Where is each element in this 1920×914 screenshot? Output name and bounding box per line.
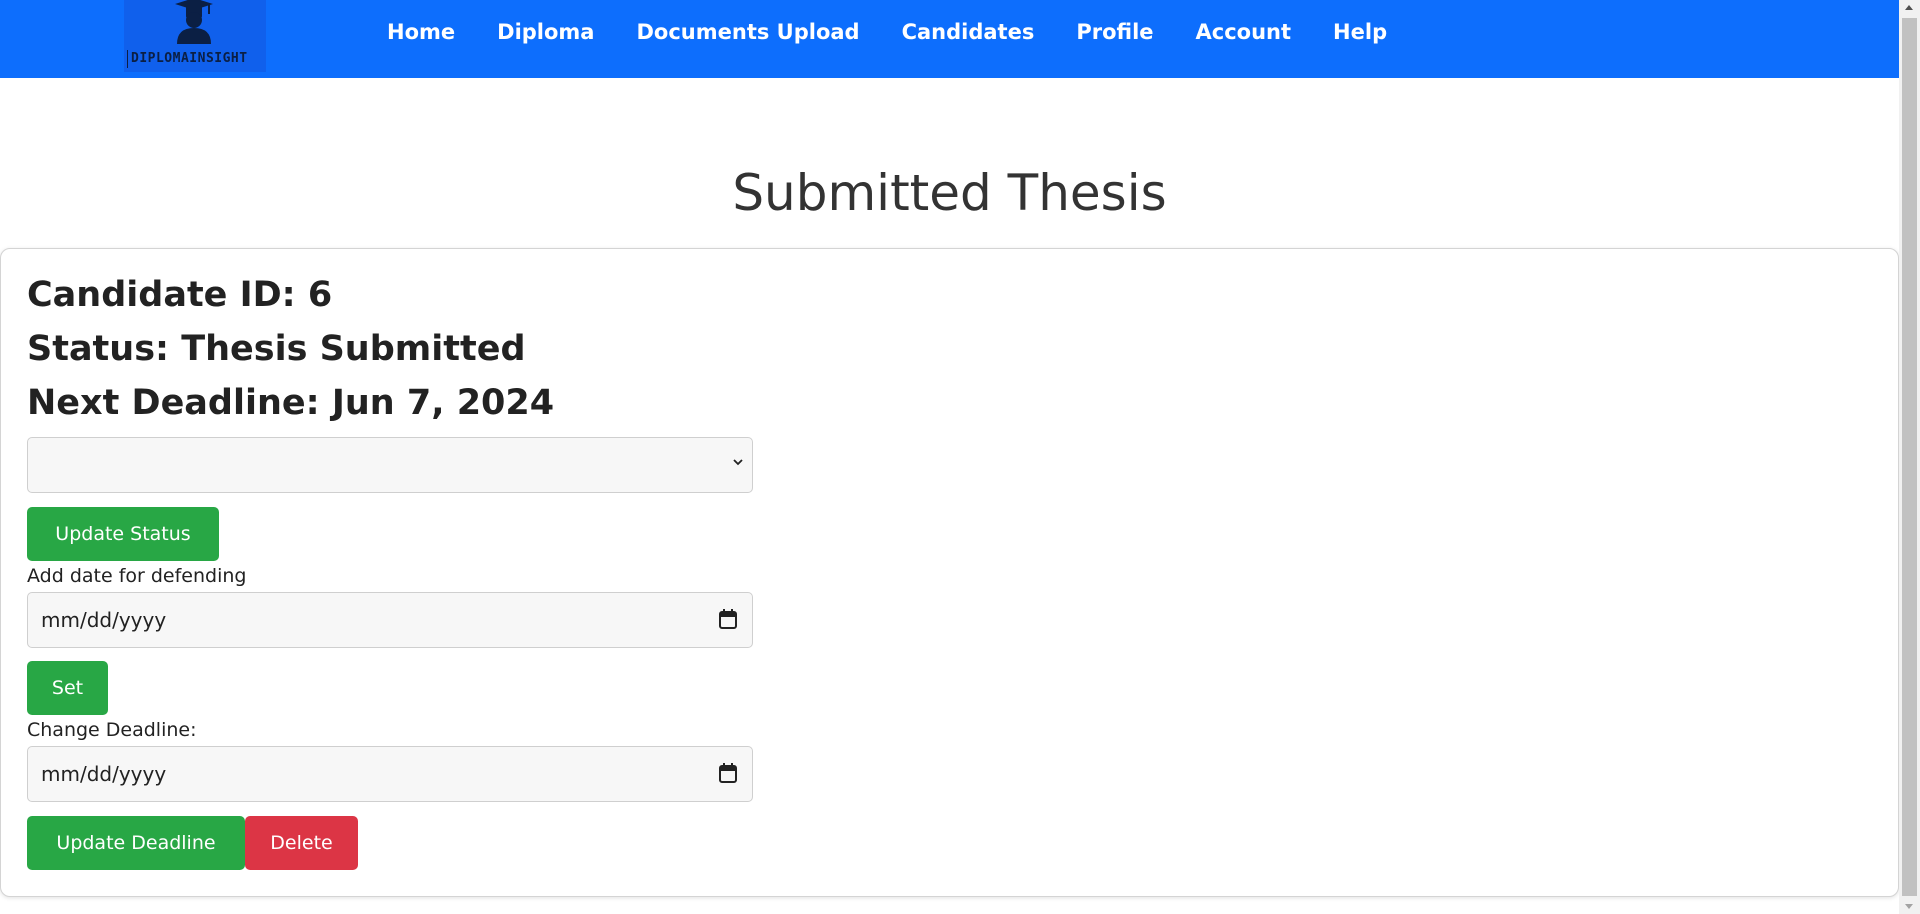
candidate-status: Status: Thesis Submitted bbox=[27, 329, 526, 369]
scroll-thumb[interactable] bbox=[1902, 18, 1917, 896]
set-button[interactable]: Set bbox=[27, 661, 108, 715]
nav-help[interactable]: Help bbox=[1312, 20, 1408, 44]
nav-links: Home Diploma Documents Upload Candidates… bbox=[366, 0, 1408, 64]
scroll-down-arrow[interactable] bbox=[1905, 904, 1913, 909]
status-select[interactable] bbox=[27, 437, 753, 493]
graduate-icon bbox=[175, 0, 213, 44]
nav-profile[interactable]: Profile bbox=[1055, 20, 1174, 44]
nav-account[interactable]: Account bbox=[1175, 20, 1313, 44]
calendar-icon[interactable] bbox=[719, 609, 737, 629]
deadline-date-placeholder: mm/dd/yyyy bbox=[41, 762, 167, 786]
nav-candidates[interactable]: Candidates bbox=[881, 20, 1056, 44]
scroll-up-arrow[interactable] bbox=[1905, 5, 1913, 10]
calendar-icon[interactable] bbox=[719, 763, 737, 783]
next-deadline: Next Deadline: Jun 7, 2024 bbox=[27, 383, 555, 423]
defend-date-label: Add date for defending bbox=[27, 565, 247, 587]
nav-documents-upload[interactable]: Documents Upload bbox=[615, 20, 880, 44]
page-title: Submitted Thesis bbox=[732, 164, 1167, 222]
update-status-button[interactable]: Update Status bbox=[27, 507, 219, 561]
logo-text: DIPLOMAINSIGHT bbox=[127, 50, 248, 68]
update-deadline-button[interactable]: Update Deadline bbox=[27, 816, 245, 870]
chevron-down-icon bbox=[733, 459, 743, 466]
logo[interactable]: DIPLOMAINSIGHT bbox=[124, 0, 266, 72]
nav-home[interactable]: Home bbox=[366, 20, 476, 44]
change-deadline-label: Change Deadline: bbox=[27, 719, 197, 741]
thesis-card: Candidate ID: 6 Status: Thesis Submitted… bbox=[0, 248, 1899, 897]
defend-date-placeholder: mm/dd/yyyy bbox=[41, 608, 167, 632]
candidate-id: Candidate ID: 6 bbox=[27, 275, 333, 315]
deadline-date-input[interactable]: mm/dd/yyyy bbox=[27, 746, 753, 802]
nav-diploma[interactable]: Diploma bbox=[476, 20, 615, 44]
scrollbar[interactable] bbox=[1899, 0, 1920, 914]
defend-date-input[interactable]: mm/dd/yyyy bbox=[27, 592, 753, 648]
navbar: DIPLOMAINSIGHT Home Diploma Documents Up… bbox=[0, 0, 1899, 78]
delete-button[interactable]: Delete bbox=[245, 816, 358, 870]
page: DIPLOMAINSIGHT Home Diploma Documents Up… bbox=[0, 0, 1920, 914]
